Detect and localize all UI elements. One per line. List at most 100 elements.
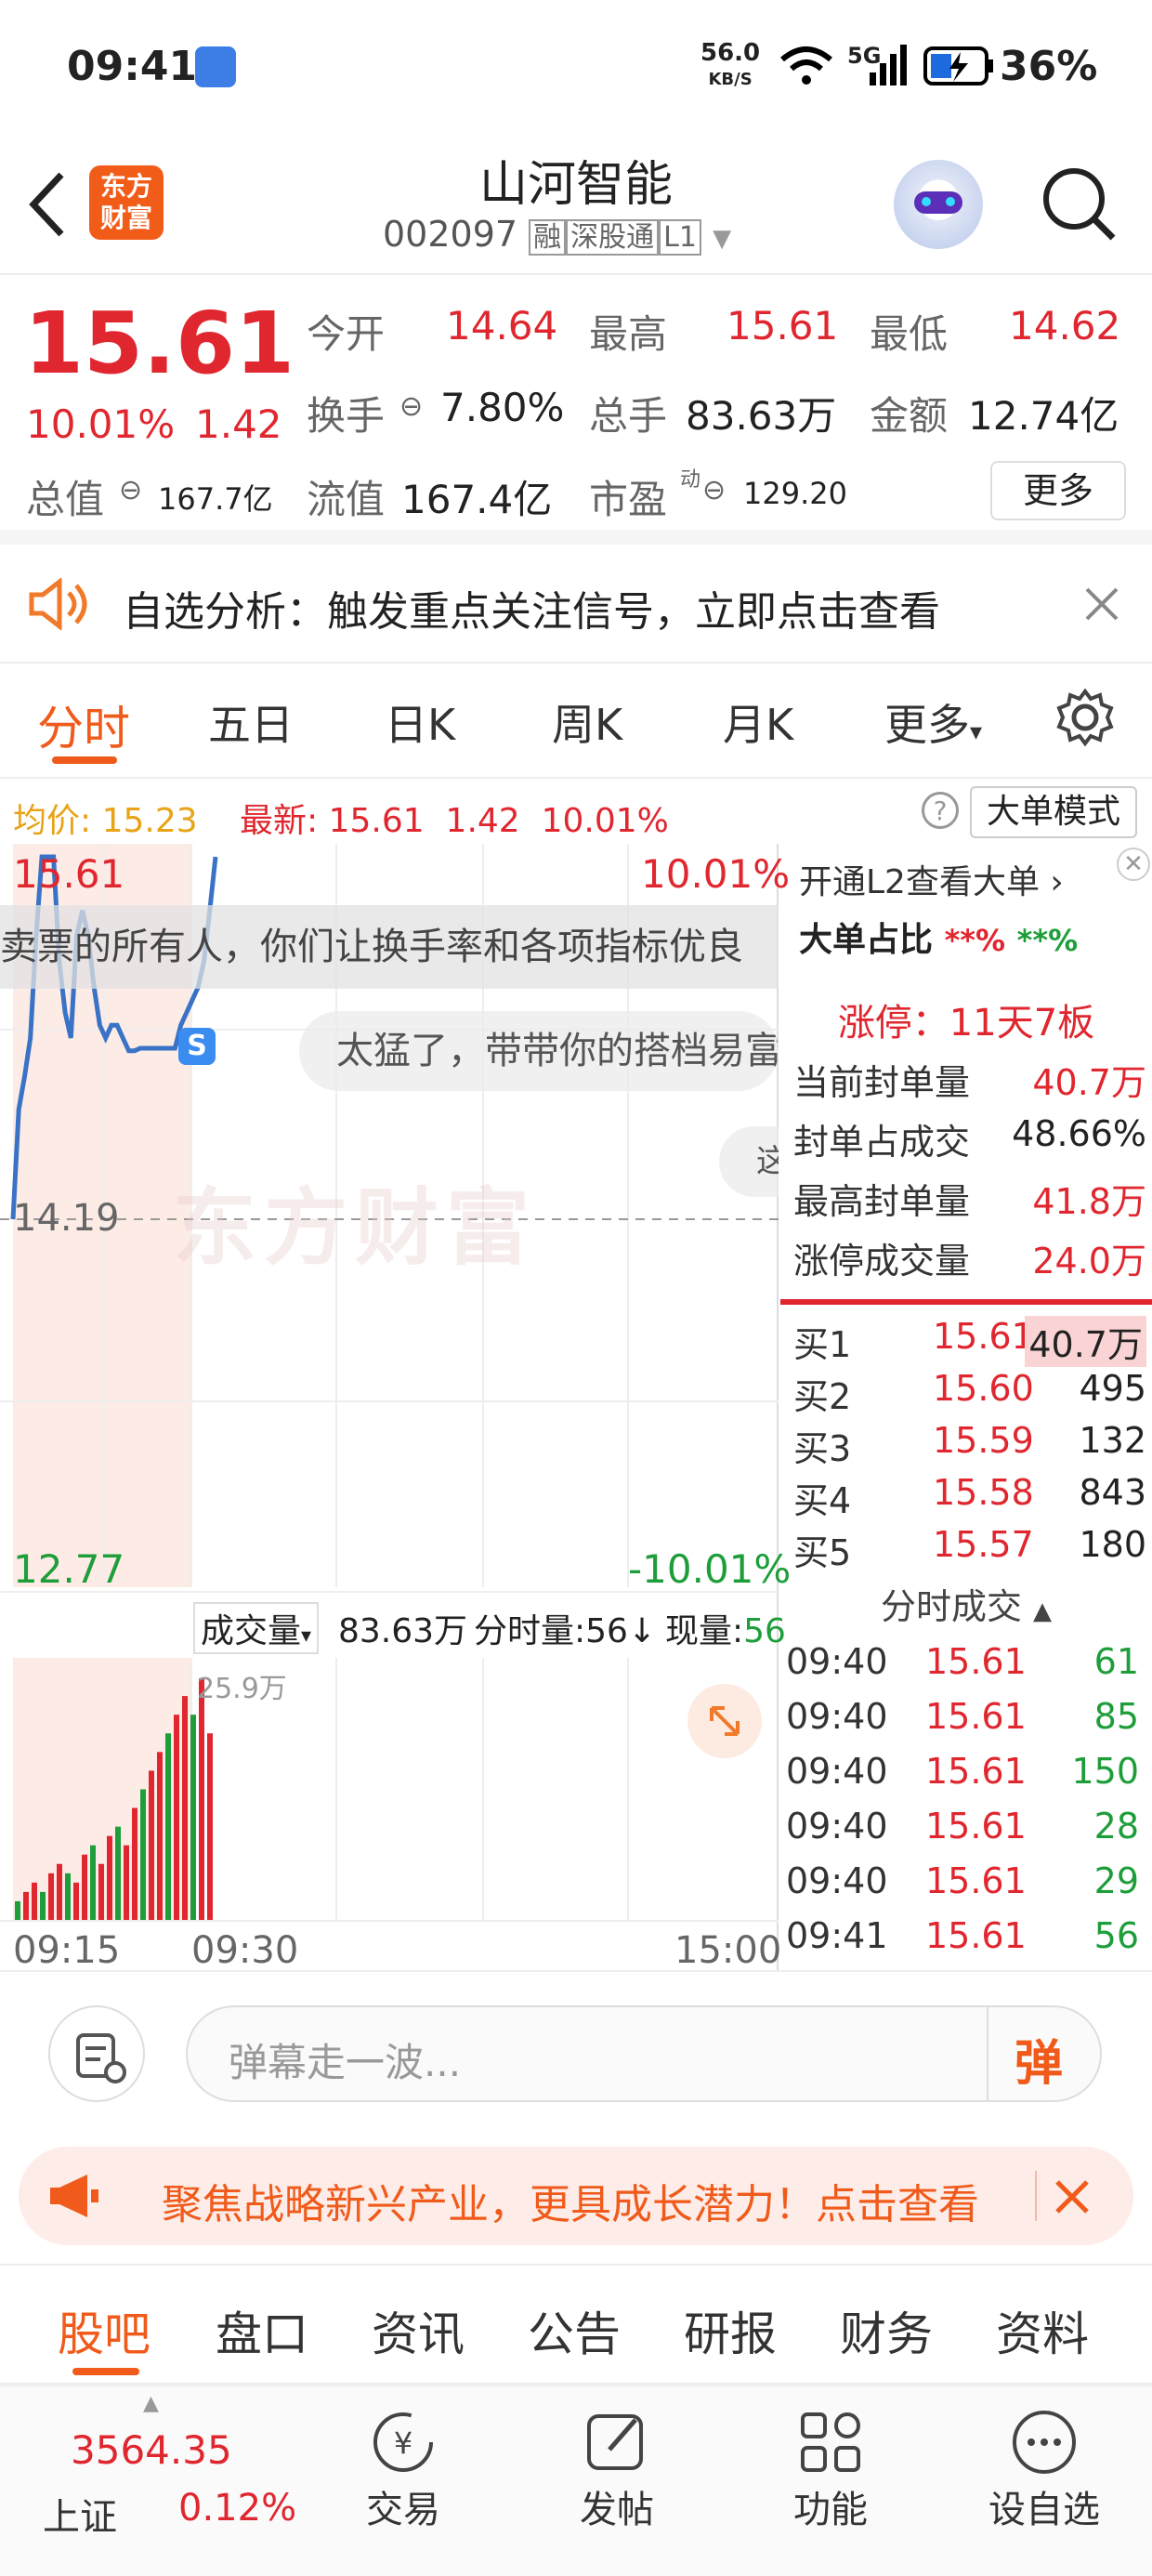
axis-bottom-pct: -10.01%: [628, 1546, 792, 1592]
bid-price: 15.59: [933, 1420, 1034, 1461]
divider: [780, 1299, 1152, 1305]
bid-level: 买3: [793, 1428, 852, 1469]
volume-bar: [132, 1807, 137, 1920]
close-icon[interactable]: [1054, 2178, 1091, 2215]
volume-bar: [190, 1715, 196, 1920]
tick-row: 09:40 15.61 150: [786, 1751, 1139, 1803]
promo-banner[interactable]: 聚焦战略新兴产业，更具成长潜力！点击查看: [19, 2147, 1133, 2245]
nav-add-watchlist[interactable]: 设自选: [961, 2405, 1128, 2533]
seal-stat-row: 涨停成交量 24.0万: [793, 1232, 1146, 1284]
low-label: 最低: [870, 311, 949, 357]
tab-guba[interactable]: 股吧: [58, 2297, 151, 2364]
tick-price: 15.61: [925, 1751, 1027, 1792]
open-label: 今开: [307, 311, 386, 357]
nav-trade[interactable]: ¥ 交易: [320, 2405, 487, 2533]
nav-post[interactable]: 发帖: [533, 2405, 700, 2533]
danmu-bubble-1: 卖票的所有人，你们让换手率和各项指标优良: [0, 905, 779, 989]
volume-chart-svg[interactable]: [0, 1658, 779, 1920]
bid-row[interactable]: 买3 15.59 132: [793, 1420, 1146, 1472]
alert-text: 自选分析：触发重点关注信号，立即点击查看: [123, 588, 940, 636]
volume-bar: [115, 1826, 121, 1920]
l2-upgrade-link[interactable]: 开通L2查看大单 ›: [780, 844, 1152, 901]
mcap-value: 167.7亿: [158, 481, 273, 517]
tab-more[interactable]: 更多▾: [884, 691, 982, 753]
tick-time: 09:41: [786, 1915, 888, 1956]
bid-row[interactable]: 买2 15.60 495: [793, 1368, 1146, 1420]
help-icon[interactable]: ?: [922, 792, 959, 829]
tick-title[interactable]: 分时成交 ▲: [780, 1578, 1152, 1629]
axis-mid-price: 14.19: [13, 1197, 120, 1240]
megaphone-icon: [50, 2175, 98, 2217]
bid-row[interactable]: 买1 15.61 40.7万: [793, 1316, 1146, 1368]
last-price: 15.61: [24, 294, 295, 393]
intraday-chart[interactable]: 东方财富 15.61 10.01% 14.19 12.77 -10.01% 卖票…: [0, 844, 791, 1972]
more-button[interactable]: 更多: [990, 461, 1126, 520]
volume-menu[interactable]: 成交量▾: [193, 1602, 320, 1654]
tab-profile[interactable]: 资料: [996, 2297, 1089, 2364]
volume-bar: [182, 1696, 188, 1920]
active-tab-indicator: [72, 2368, 139, 2375]
speaker-icon: [29, 578, 87, 630]
tab-minute[interactable]: 分时: [37, 691, 130, 758]
search-icon[interactable]: [1039, 164, 1119, 243]
tab-five-day[interactable]: 五日: [208, 691, 294, 753]
tab-research[interactable]: 研报: [684, 2297, 777, 2364]
tag-connect: 深股通: [566, 219, 660, 256]
close-icon[interactable]: [1083, 585, 1120, 623]
tick-price: 15.61: [925, 1696, 1027, 1737]
expand-button[interactable]: [687, 1684, 762, 1758]
tick-time: 09:40: [786, 1860, 888, 1901]
limit-up-streak: 涨停：11天7板: [837, 1002, 1095, 1045]
danmu-send-button[interactable]: 弹: [1015, 2024, 1063, 2094]
seal-stat-label: 最高封单量: [793, 1181, 971, 1222]
volume-bar: [90, 1845, 96, 1920]
nav-functions[interactable]: 功能: [747, 2405, 914, 2533]
index-pct: 0.12%: [178, 2487, 297, 2530]
volume-total: 83.63万: [338, 1612, 468, 1650]
index-name: 上证: [43, 2496, 117, 2539]
volume-value: 83.63万: [686, 393, 837, 439]
volume-bar: [98, 1863, 104, 1920]
tick-time: 09:40: [786, 1751, 888, 1792]
danmu-bubble-2: 太猛了，带带你的搭档易富: [299, 1011, 779, 1091]
tab-order-book[interactable]: 盘口: [216, 2297, 308, 2364]
big-order-mode-button[interactable]: 大单模式: [970, 786, 1137, 838]
index-quote[interactable]: ▲ 3564.35 上证 0.12%: [37, 2386, 316, 2576]
tab-news[interactable]: 资讯: [372, 2297, 465, 2364]
tab-month-k[interactable]: 月K: [723, 691, 793, 753]
watermark: 东方财富: [173, 1179, 537, 1277]
high-label: 最高: [589, 311, 668, 357]
chevron-down-icon[interactable]: ▼: [713, 225, 731, 253]
grid-icon: [801, 2412, 860, 2472]
bottom-nav: ▲ 3564.35 上证 0.12% ¥ 交易 发帖 功能 设自选: [0, 2385, 1152, 2576]
info-icon[interactable]: ⊖: [119, 474, 142, 506]
danmu-input[interactable]: 弹幕走一波... 弹: [186, 2005, 1102, 2102]
turnover-label: 换手: [307, 393, 386, 439]
tab-week-k[interactable]: 周K: [552, 691, 622, 753]
tab-finance[interactable]: 财务: [840, 2297, 933, 2364]
analysis-alert[interactable]: 自选分析：触发重点关注信号，立即点击查看: [0, 545, 1152, 664]
danmu-settings-button[interactable]: [48, 2005, 145, 2102]
tab-announcements[interactable]: 公告: [528, 2297, 621, 2364]
stock-code-line: 002097 融深股通 L1 ▼: [383, 214, 731, 256]
signal-badge[interactable]: S: [178, 1028, 216, 1065]
current-volume: 现量:56: [665, 1612, 786, 1650]
bid-row[interactable]: 买4 15.58 843: [793, 1472, 1146, 1524]
volume-bar: [199, 1678, 204, 1920]
bid-volume: 843: [1079, 1472, 1146, 1513]
status-bar: 09:41 56.0 KB/S 5G 36%: [0, 0, 1152, 138]
turnover-value: 7.80%: [440, 385, 565, 430]
tab-day-k[interactable]: 日K: [385, 691, 455, 753]
bid-price: 15.58: [933, 1472, 1034, 1513]
seal-stat-label: 涨停成交量: [793, 1241, 971, 1281]
network-speed: 56.0 KB/S: [700, 39, 761, 89]
info-icon[interactable]: ⊖: [399, 390, 423, 423]
robot-assistant-icon[interactable]: [894, 160, 983, 249]
gear-icon[interactable]: [1055, 688, 1115, 747]
close-icon[interactable]: ✕: [1117, 848, 1150, 881]
tag-level: L1: [659, 219, 701, 256]
bid-row[interactable]: 买5 15.57 180: [793, 1524, 1146, 1576]
info-icon[interactable]: ⊖: [702, 474, 726, 506]
battery-percent: 36%: [1000, 43, 1098, 90]
time-mid: 09:30: [191, 1929, 299, 1972]
